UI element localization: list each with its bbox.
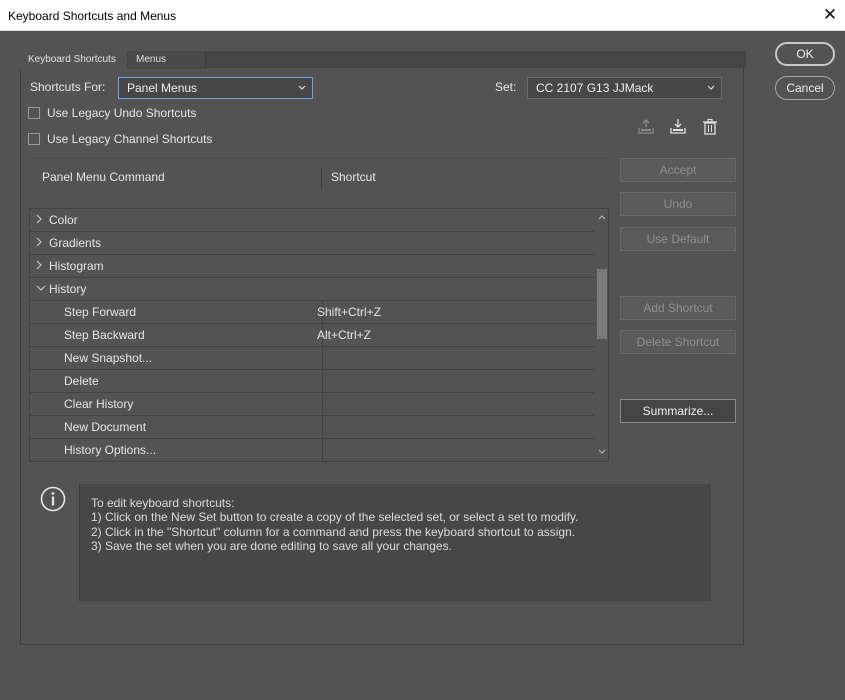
chevron-right-icon[interactable] [35,213,43,228]
tab-keyboard-shortcuts[interactable]: Keyboard Shortcuts [20,51,127,69]
group-label: Color [49,213,78,227]
info-scrollbar[interactable] [711,484,727,601]
info-line: 2) Click in the "Shortcut" column for a … [91,525,576,539]
delete-shortcut-button[interactable]: Delete Shortcut [620,330,736,354]
row-divider [322,347,323,370]
info-text-box: To edit keyboard shortcuts: 1) Click on … [79,484,727,601]
chevron-down-icon [297,78,307,106]
set-value: CC 2107 G13 JJMack [536,81,654,95]
scroll-down-icon[interactable] [598,447,606,457]
legacy-undo-label: Use Legacy Undo Shortcuts [47,106,197,120]
tab-menus[interactable]: Menus [128,51,206,69]
chevron-right-icon[interactable] [35,236,43,251]
info-icon [40,486,66,512]
add-shortcut-button[interactable]: Add Shortcut [620,296,736,320]
accept-button[interactable]: Accept [620,158,736,182]
shortcuts-for-select[interactable]: Panel Menus [118,77,313,99]
row-divider [322,393,323,416]
list-item[interactable]: Step Backward Alt+Ctrl+Z [30,324,594,347]
command-label: History Options... [64,443,157,457]
column-divider[interactable] [321,168,322,190]
row-divider [322,416,323,439]
set-label: Set: [495,80,517,94]
legacy-channel-label: Use Legacy Channel Shortcuts [47,132,213,146]
list-item[interactable]: Clear History [30,393,594,416]
command-label: New Document [64,420,147,434]
window-title: Keyboard Shortcuts and Menus [8,9,177,23]
list-item[interactable]: New Document [30,416,594,439]
column-header-shortcut[interactable]: Shortcut [331,170,376,184]
list-scrollbar[interactable] [594,209,608,461]
group-row-color[interactable]: Color [30,209,594,232]
group-row-histogram[interactable]: Histogram [30,255,594,278]
set-select[interactable]: CC 2107 G13 JJMack [527,77,722,99]
close-icon[interactable]: ✕ [815,0,845,31]
list-item[interactable]: Delete [30,370,594,393]
group-label: History [49,282,87,296]
chevron-right-icon[interactable] [35,259,43,274]
title-bar: Keyboard Shortcuts and Menus ✕ [0,0,845,31]
list-item[interactable]: New Snapshot... [30,347,594,370]
command-label: Step Backward [64,328,145,342]
shortcut-value[interactable]: Shift+Ctrl+Z [317,305,381,319]
tab-bar: Keyboard Shortcuts Menus [20,51,746,69]
chevron-down-icon[interactable] [35,282,47,297]
info-line: 3) Save the set when you are done editin… [91,539,452,553]
cancel-button[interactable]: Cancel [775,76,835,100]
legacy-undo-checkbox[interactable] [28,107,40,119]
new-set-icon[interactable] [668,117,688,137]
group-label: Histogram [49,259,104,273]
ok-button[interactable]: OK [775,42,835,66]
table-header: Panel Menu Command Shortcut [29,157,609,197]
row-divider [322,439,323,461]
undo-button[interactable]: Undo [620,192,736,216]
list-item[interactable]: Step Forward Shift+Ctrl+Z [30,301,594,324]
command-label: Clear History [64,397,134,411]
command-label: Delete [64,374,99,388]
shortcut-list: Color Gradients Histogram History Step F… [29,208,609,462]
shortcuts-for-label: Shortcuts For: [30,80,106,94]
legacy-channel-checkbox[interactable] [28,133,40,145]
row-divider [322,370,323,393]
group-row-gradients[interactable]: Gradients [30,232,594,255]
group-label: Gradients [49,236,102,250]
group-row-history[interactable]: History [30,278,594,301]
command-label: New Snapshot... [64,351,153,365]
save-set-icon[interactable] [636,117,656,137]
shortcut-value[interactable]: Alt+Ctrl+Z [317,328,371,342]
scrollbar-thumb[interactable] [597,269,607,339]
command-label: Step Forward [64,305,137,319]
list-item[interactable]: History Options... [30,439,594,461]
summarize-button[interactable]: Summarize... [620,399,736,423]
shortcuts-for-value: Panel Menus [127,81,198,95]
scroll-up-icon[interactable] [598,212,606,222]
use-default-button[interactable]: Use Default [620,227,736,251]
column-header-command[interactable]: Panel Menu Command [42,170,165,184]
info-line: To edit keyboard shortcuts: [91,496,235,510]
delete-set-icon[interactable] [700,117,720,137]
info-line: 1) Click on the New Set button to create… [91,510,579,524]
chevron-down-icon [706,78,716,106]
